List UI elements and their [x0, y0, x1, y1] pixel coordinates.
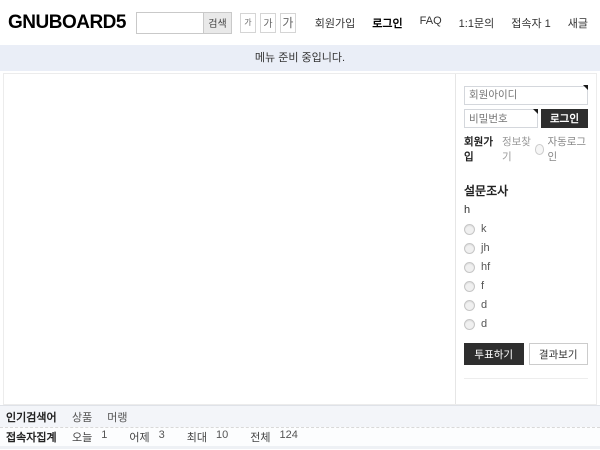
search-input[interactable] [137, 13, 203, 33]
popular-keywords: 상품 머랭 [72, 409, 128, 425]
popular-search-label: 인기검색어 [6, 409, 72, 425]
login-button[interactable]: 로그인 [541, 109, 588, 128]
auto-login-checkbox[interactable] [535, 144, 545, 155]
survey-question: h [464, 204, 588, 216]
visitor-stats-label: 접속자집계 [6, 429, 72, 445]
login-links-row: 회원가입 정보찾기 자동로그인 [464, 134, 588, 164]
register-link[interactable]: 회원가입 [464, 134, 497, 164]
sidebar: 로그인 회원가입 정보찾기 자동로그인 설문조사 h k jh hf [455, 74, 596, 404]
nav-connected-users[interactable]: 접속자 1 [511, 15, 551, 31]
member-id-field-wrap [464, 85, 588, 105]
password-field-wrap [464, 109, 538, 129]
top-nav: 회원가입 로그인 FAQ 1:1문의 접속자 1 새글 [315, 15, 588, 31]
nav-login[interactable]: 로그인 [372, 15, 402, 31]
stat-name: 오늘 [72, 429, 92, 445]
survey-option[interactable]: d [464, 318, 588, 330]
nav-register[interactable]: 회원가입 [315, 15, 355, 31]
input-corner-marker [583, 85, 588, 90]
member-id-input[interactable] [464, 86, 588, 105]
survey-option-label: k [481, 223, 487, 235]
header-search: 검색 [136, 12, 232, 34]
radio-icon[interactable] [464, 281, 475, 292]
radio-icon[interactable] [464, 224, 475, 235]
survey-option-label: f [481, 280, 484, 292]
content-wrapper: 로그인 회원가입 정보찾기 자동로그인 설문조사 h k jh hf [3, 73, 597, 405]
survey-buttons-row: 투표하기 결과보기 [464, 343, 588, 379]
stat-value: 1 [101, 429, 107, 445]
font-size-buttons: 가 가 가 [240, 13, 296, 33]
popular-search-row: 인기검색어 상품 머랭 [0, 405, 600, 427]
survey-option[interactable]: hf [464, 261, 588, 273]
survey-title: 설문조사 [464, 182, 588, 199]
stat-name: 어제 [129, 429, 149, 445]
auto-login-label: 자동로그인 [547, 134, 588, 164]
font-size-large-button[interactable]: 가 [280, 13, 296, 33]
visitor-stats-row: 접속자집계 오늘 1 어제 3 최대 10 전체 124 [0, 427, 600, 446]
stat-name: 전체 [250, 429, 270, 445]
password-input[interactable] [464, 109, 538, 128]
find-info-link[interactable]: 정보찾기 [502, 134, 535, 164]
visitor-stats: 오늘 1 어제 3 최대 10 전체 124 [72, 429, 320, 445]
input-corner-marker [533, 109, 538, 114]
survey-option-label: hf [481, 261, 490, 273]
page-bottom-strip [0, 446, 600, 449]
site-logo[interactable]: GNUBOARD5 [8, 12, 126, 34]
stat-today: 오늘 1 [72, 429, 107, 445]
stat-total: 전체 124 [250, 429, 298, 445]
header: GNUBOARD5 검색 가 가 가 회원가입 로그인 FAQ 1:1문의 접속… [0, 0, 600, 45]
survey-option-label: jh [481, 242, 490, 254]
stat-yesterday: 어제 3 [129, 429, 164, 445]
result-button[interactable]: 결과보기 [529, 343, 589, 365]
stat-max: 최대 10 [187, 429, 229, 445]
popular-keyword-link[interactable]: 상품 [72, 409, 92, 425]
font-size-small-button[interactable]: 가 [240, 13, 256, 33]
survey-option[interactable]: f [464, 280, 588, 292]
survey-option-label: d [481, 318, 487, 330]
search-button[interactable]: 검색 [203, 13, 231, 33]
radio-icon[interactable] [464, 300, 475, 311]
stat-value: 124 [280, 429, 298, 445]
password-row: 로그인 [464, 109, 588, 129]
font-size-medium-button[interactable]: 가 [260, 13, 276, 33]
auto-login-toggle[interactable]: 자동로그인 [535, 134, 588, 164]
radio-icon[interactable] [464, 243, 475, 254]
stat-value: 3 [159, 429, 165, 445]
survey-option-label: d [481, 299, 487, 311]
vote-button[interactable]: 투표하기 [464, 343, 524, 365]
radio-icon[interactable] [464, 319, 475, 330]
nav-new-posts[interactable]: 새글 [568, 15, 588, 31]
survey-option[interactable]: k [464, 223, 588, 235]
survey-option[interactable]: d [464, 299, 588, 311]
stat-name: 최대 [187, 429, 207, 445]
stat-value: 10 [216, 429, 228, 445]
survey-widget: 설문조사 h k jh hf f d [464, 182, 588, 379]
nav-inquiry[interactable]: 1:1문의 [459, 15, 495, 31]
main-content-area [4, 74, 455, 404]
popular-keyword-link[interactable]: 머랭 [107, 409, 127, 425]
radio-icon[interactable] [464, 262, 475, 273]
survey-option[interactable]: jh [464, 242, 588, 254]
nav-faq[interactable]: FAQ [420, 15, 442, 31]
menu-notice-bar: 메뉴 준비 중입니다. [0, 45, 600, 71]
